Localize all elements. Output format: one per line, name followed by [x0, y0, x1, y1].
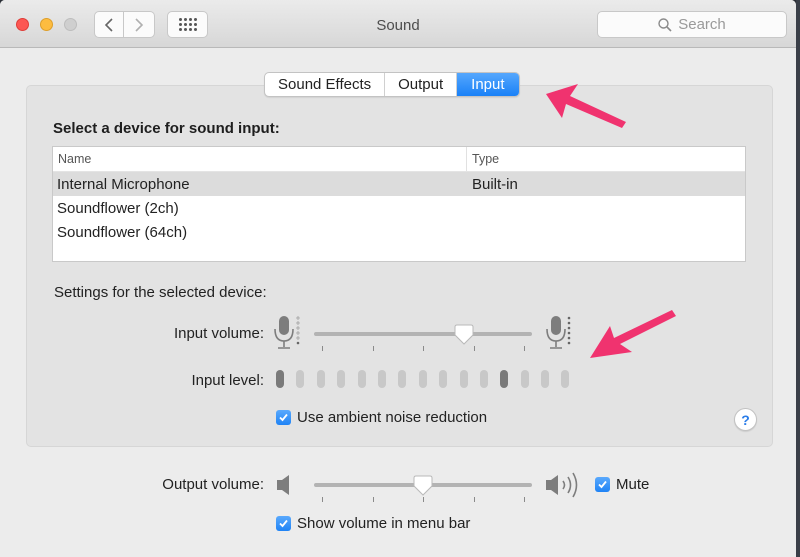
level-segment	[337, 370, 346, 388]
input-level-meter	[276, 370, 570, 388]
search-icon	[658, 17, 672, 32]
slider-tick	[473, 497, 475, 502]
level-segment	[479, 370, 488, 388]
microphone-low-icon	[274, 316, 300, 349]
output-volume-slider[interactable]	[314, 475, 532, 502]
search-field[interactable]: Search	[597, 11, 787, 38]
ambient-noise-label: Use ambient noise reduction	[297, 409, 488, 426]
annotation-arrow-volume	[590, 310, 676, 358]
table-row[interactable]: Soundflower (2ch)	[53, 196, 745, 220]
level-segment	[459, 370, 468, 388]
show-volume-menu-bar-label: Show volume in menu bar	[297, 515, 471, 532]
speaker-low-icon	[277, 475, 289, 495]
input-settings-panel	[26, 85, 773, 447]
slider-tick	[423, 346, 424, 351]
ambient-noise-reduction-checkbox[interactable]: Use ambient noise reduction	[276, 409, 487, 426]
table-header: Name Type	[53, 147, 745, 172]
tab-input[interactable]: Input	[457, 73, 519, 96]
slider-tick	[524, 346, 525, 351]
input-volume-label: Input volume:	[173, 325, 264, 342]
input-level-label: Input level:	[191, 372, 264, 389]
mute-checkbox[interactable]: Mute	[595, 476, 649, 493]
level-segment	[276, 370, 284, 388]
tab-sound-effects[interactable]: Sound Effects	[265, 73, 386, 96]
level-segment	[316, 370, 325, 388]
search-placeholder: Search	[678, 16, 726, 33]
slider-tick	[524, 497, 525, 502]
mute-label: Mute	[616, 476, 650, 493]
table-row[interactable]: Internal Microphone Built-in	[53, 172, 745, 196]
level-segment	[500, 370, 509, 388]
checkbox-checked[interactable]	[276, 516, 291, 531]
slider-ticks	[314, 497, 532, 503]
level-segment	[377, 370, 386, 388]
settings-label: Settings for the selected device:	[54, 284, 267, 301]
input-volume-slider[interactable]	[314, 324, 532, 351]
level-segment	[357, 370, 366, 388]
slider-tick	[423, 497, 424, 502]
slider-tick	[473, 346, 475, 351]
checkmark-icon	[279, 519, 288, 528]
tab-output[interactable]: Output	[385, 73, 458, 96]
level-segment	[439, 370, 448, 388]
window-edge	[796, 0, 800, 557]
slider-ticks	[314, 346, 532, 352]
level-segment	[561, 370, 570, 388]
output-volume-label: Output volume:	[162, 476, 264, 493]
slider-tick	[372, 346, 374, 351]
device-name: Soundflower (64ch)	[57, 223, 188, 241]
checkbox-checked[interactable]	[276, 410, 291, 425]
input-device-table[interactable]: Name Type Internal Microphone Built-in S…	[52, 146, 746, 262]
slider-tick	[322, 346, 323, 351]
annotation-arrow-tabs	[546, 84, 626, 128]
microphone-high-icon	[546, 316, 571, 349]
column-header-type[interactable]: Type	[467, 147, 504, 171]
level-segment	[520, 370, 529, 388]
table-row[interactable]: Soundflower (64ch)	[53, 220, 745, 244]
device-name: Internal Microphone	[57, 175, 190, 193]
title-bar: Sound Search	[0, 0, 796, 48]
help-button[interactable]: ?	[734, 408, 757, 431]
device-name: Soundflower (2ch)	[57, 199, 179, 217]
checkmark-icon	[598, 480, 607, 489]
level-segment	[541, 370, 550, 388]
slider-track	[314, 332, 532, 336]
device-type: Built-in	[472, 175, 518, 193]
tab-bar: Sound Effects Output Input	[264, 72, 520, 97]
checkmark-icon	[279, 413, 288, 422]
slider-knob[interactable]	[453, 324, 475, 346]
level-segment	[296, 370, 305, 388]
show-volume-menu-bar-checkbox[interactable]: Show volume in menu bar	[276, 515, 470, 532]
slider-tick	[372, 497, 374, 502]
level-segment	[418, 370, 427, 388]
slider-tick	[322, 497, 323, 502]
slider-knob[interactable]	[412, 475, 434, 497]
checkbox-checked[interactable]	[595, 477, 610, 492]
device-section-label: Select a device for sound input:	[53, 120, 280, 137]
level-segment	[398, 370, 407, 388]
sound-preferences-window: Sound Search Sound Effects Output Input …	[0, 0, 796, 557]
speaker-high-icon	[546, 472, 578, 498]
column-header-name[interactable]: Name	[53, 147, 467, 171]
